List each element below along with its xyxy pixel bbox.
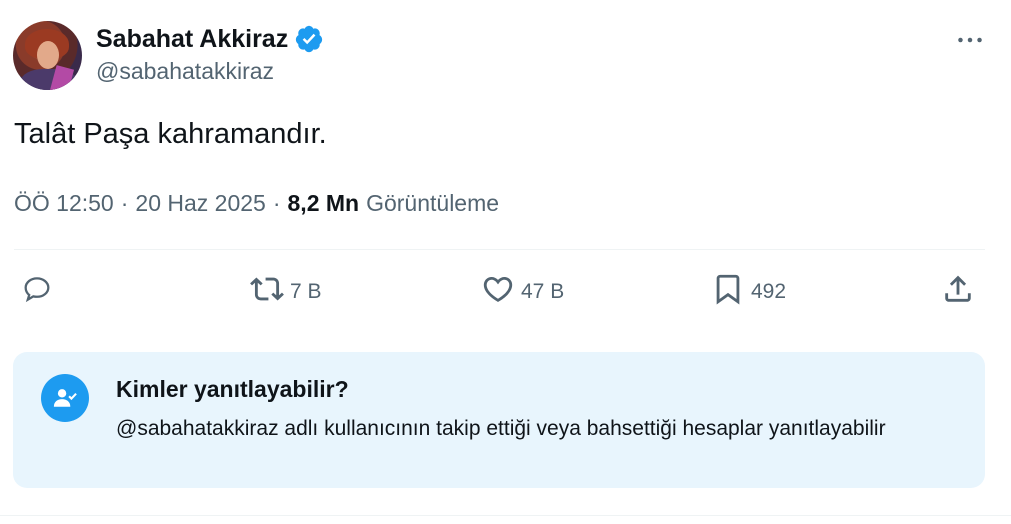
- divider: [14, 249, 985, 250]
- retweet-button[interactable]: 7 B: [250, 270, 322, 314]
- tweet-date[interactable]: 20 Haz 2025: [135, 190, 265, 217]
- bookmark-icon: [711, 272, 745, 312]
- retweet-count: 7 B: [290, 280, 322, 303]
- avatar[interactable]: [13, 21, 82, 90]
- meta-separator: ·: [272, 190, 281, 216]
- meta-separator: ·: [120, 190, 129, 216]
- share-button[interactable]: [941, 270, 975, 314]
- retweet-icon: [250, 272, 284, 312]
- like-icon: [481, 272, 515, 312]
- bookmark-button[interactable]: 492: [711, 270, 786, 314]
- reply-restriction-title: Kimler yanıtlayabilir?: [116, 376, 349, 402]
- tweet-text: Talât Paşa kahramandır.: [14, 118, 327, 150]
- reply-icon: [20, 272, 54, 312]
- tweet-meta: ÖÖ 12:50 · 20 Haz 2025 · 8,2 Mn Görüntül…: [14, 190, 499, 217]
- more-icon[interactable]: [955, 28, 985, 52]
- views-label: Görüntüleme: [366, 190, 500, 216]
- action-bar: 7 B 47 B 492: [14, 270, 989, 314]
- tweet-time[interactable]: ÖÖ 12:50: [14, 190, 114, 217]
- author-handle[interactable]: @sabahatakkiraz: [96, 58, 274, 85]
- reply-restriction-description: @sabahatakkiraz adlı kullanıcının takip …: [116, 417, 886, 440]
- verified-badge-icon: [294, 24, 324, 54]
- display-name[interactable]: Sabahat Akkiraz: [96, 25, 288, 54]
- bookmark-count: 492: [751, 280, 787, 303]
- like-count: 47 B: [521, 280, 565, 303]
- share-icon: [941, 272, 975, 312]
- bottom-divider: [0, 515, 1011, 516]
- like-button[interactable]: 47 B: [481, 270, 564, 314]
- user-check-icon: [41, 374, 89, 422]
- reply-button[interactable]: [20, 270, 60, 314]
- author-name-row[interactable]: Sabahat Akkiraz: [96, 24, 324, 54]
- views-count: 8,2 Mn: [287, 190, 360, 216]
- reply-restriction-box: Kimler yanıtlayabilir? @sabahatakkiraz a…: [13, 352, 985, 488]
